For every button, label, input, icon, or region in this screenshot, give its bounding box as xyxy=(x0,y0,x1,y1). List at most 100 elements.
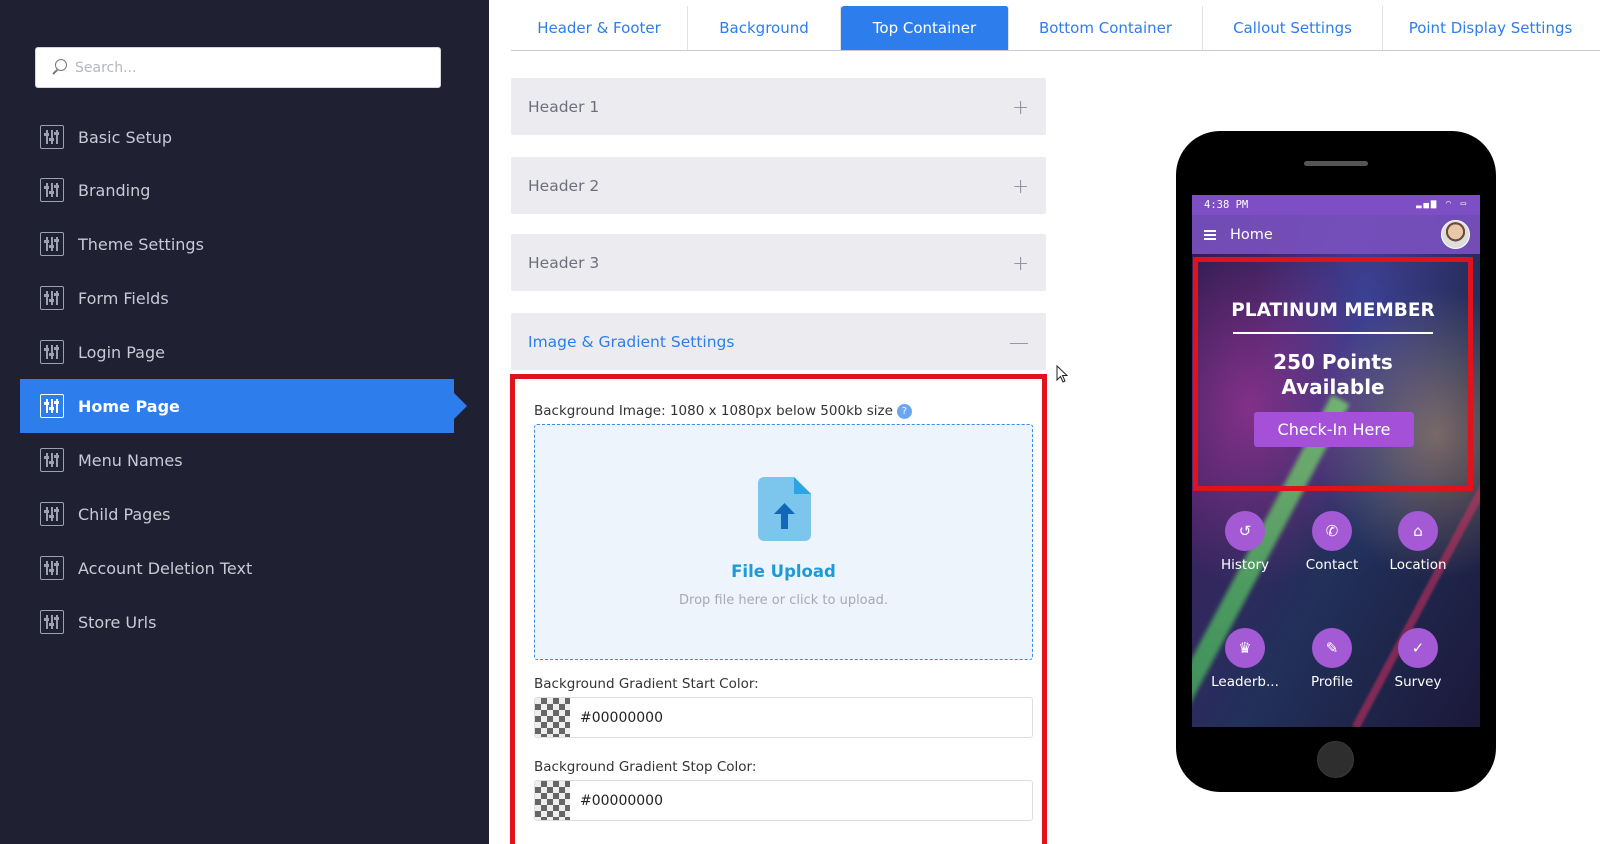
app-bar: Home xyxy=(1192,215,1480,254)
sliders-icon xyxy=(40,286,64,310)
tile-history[interactable]: ↺ History xyxy=(1205,511,1285,573)
collapse-icon[interactable]: — xyxy=(1009,330,1029,354)
gradient-stop-label: Background Gradient Stop Color: xyxy=(534,759,757,775)
accordion-label: Header 2 xyxy=(528,176,600,195)
upload-arrow-icon xyxy=(774,503,795,529)
sliders-icon xyxy=(40,178,64,202)
phone-screen: 4:38 PM ▂▄▆ ◠ ▭ Home PLATINUM MEMBER 250… xyxy=(1192,195,1480,727)
sidebar-item-store-urls[interactable]: Store Urls xyxy=(20,595,454,649)
phone-home-button xyxy=(1317,741,1354,778)
expand-icon[interactable]: + xyxy=(1012,251,1029,275)
accordion-label: Header 1 xyxy=(528,97,600,116)
hero-divider xyxy=(1233,332,1433,334)
file-upload-dropzone[interactable]: File Upload Drop file here or click to u… xyxy=(534,424,1033,660)
sidebar-item-account-deletion-text[interactable]: Account Deletion Text xyxy=(20,541,454,595)
search-box[interactable] xyxy=(35,47,441,88)
tile-label: Contact xyxy=(1305,557,1359,573)
gradient-start-label: Background Gradient Start Color: xyxy=(534,676,759,692)
points-line-2: Available xyxy=(1281,375,1385,399)
sidebar-item-basic-setup[interactable]: Basic Setup xyxy=(20,110,454,164)
sidebar-item-label: Branding xyxy=(78,180,151,200)
points-available: 250 Points Available xyxy=(1198,350,1468,400)
upload-hint: Drop file here or click to upload. xyxy=(679,593,888,608)
avatar[interactable] xyxy=(1441,220,1470,249)
sliders-icon xyxy=(40,448,64,472)
sidebar-item-label: Menu Names xyxy=(78,450,183,470)
app-bar-title: Home xyxy=(1230,226,1273,243)
member-title: PLATINUM MEMBER xyxy=(1231,300,1435,321)
accordion-image-gradient-settings[interactable]: Image & Gradient Settings — xyxy=(511,313,1046,370)
search-input[interactable] xyxy=(75,59,415,76)
sliders-icon xyxy=(40,394,64,418)
expand-icon[interactable]: + xyxy=(1012,174,1029,198)
tile-label: History xyxy=(1220,557,1270,573)
tab-top-container[interactable]: Top Container xyxy=(841,6,1009,50)
signal-wifi-battery-icon: ▂▄▆ ◠ ▭ xyxy=(1416,199,1468,209)
accordion-header-2[interactable]: Header 2 + xyxy=(511,157,1046,214)
sidebar-item-label: Account Deletion Text xyxy=(78,558,253,578)
sidebar-item-menu-names[interactable]: Menu Names xyxy=(20,433,454,487)
tile-label: Location xyxy=(1389,557,1447,573)
menu-icon[interactable] xyxy=(1204,229,1216,240)
sidebar-item-label: Store Urls xyxy=(78,612,157,632)
sliders-icon xyxy=(40,610,64,634)
sidebar-item-label: Home Page xyxy=(78,396,180,416)
points-line-1: 250 Points xyxy=(1273,350,1393,374)
phone-icon: ✆ xyxy=(1312,511,1352,551)
color-swatch[interactable] xyxy=(535,781,570,820)
accordion-header-3[interactable]: Header 3 + xyxy=(511,234,1046,291)
color-swatch[interactable] xyxy=(535,698,570,737)
gradient-stop-color-field[interactable]: #00000000 xyxy=(534,780,1033,821)
tile-label: Survey xyxy=(1394,674,1442,690)
help-icon[interactable]: ? xyxy=(896,403,912,419)
sliders-icon xyxy=(40,340,64,364)
tile-location[interactable]: ⌂ Location xyxy=(1378,511,1458,573)
expand-icon[interactable]: + xyxy=(1012,95,1029,119)
search-icon xyxy=(50,59,67,76)
phone-preview: 4:38 PM ▂▄▆ ◠ ▭ Home PLATINUM MEMBER 250… xyxy=(1176,131,1496,792)
check-icon: ✓ xyxy=(1398,628,1438,668)
sliders-icon xyxy=(40,556,64,580)
sidebar-item-child-pages[interactable]: Child Pages xyxy=(20,487,454,541)
phone-speaker xyxy=(1304,161,1368,166)
sidebar-item-form-fields[interactable]: Form Fields xyxy=(20,271,454,325)
tile-label: Leaderb... xyxy=(1211,674,1279,690)
background-image-label: Background Image: 1080 x 1080px below 50… xyxy=(534,403,912,419)
tab-callout-settings[interactable]: Callout Settings xyxy=(1203,6,1383,50)
image-gradient-panel: Background Image: 1080 x 1080px below 50… xyxy=(510,374,1047,844)
tile-label: Profile xyxy=(1311,674,1353,690)
check-in-button[interactable]: Check-In Here xyxy=(1254,412,1414,447)
history-icon: ↺ xyxy=(1225,511,1265,551)
trophy-icon: ♛ xyxy=(1225,628,1265,668)
status-time: 4:38 PM xyxy=(1204,199,1249,211)
tile-profile[interactable]: ✎ Profile xyxy=(1292,628,1372,690)
tab-header-footer[interactable]: Header & Footer xyxy=(511,6,688,50)
sidebar-item-theme-settings[interactable]: Theme Settings xyxy=(20,217,454,271)
gradient-start-value[interactable]: #00000000 xyxy=(580,710,663,726)
gradient-start-color-field[interactable]: #00000000 xyxy=(534,697,1033,738)
tab-bottom-container[interactable]: Bottom Container xyxy=(1009,6,1203,50)
sliders-icon xyxy=(40,502,64,526)
tile-contact[interactable]: ✆ Contact xyxy=(1292,511,1372,573)
sliders-icon xyxy=(40,232,64,256)
tile-leaderboard[interactable]: ♛ Leaderb... xyxy=(1205,628,1285,690)
top-container-preview: PLATINUM MEMBER 250 Points Available Che… xyxy=(1193,257,1473,491)
sidebar-item-label: Login Page xyxy=(78,342,165,362)
settings-tabs: Header & Footer Background Top Container… xyxy=(511,6,1600,51)
home-icon: ⌂ xyxy=(1398,511,1438,551)
sidebar: Basic Setup Branding Theme Settings Form… xyxy=(0,0,489,844)
accordion-header-1[interactable]: Header 1 + xyxy=(511,78,1046,135)
gradient-stop-value[interactable]: #00000000 xyxy=(580,793,663,809)
sidebar-item-login-page[interactable]: Login Page xyxy=(20,325,454,379)
sidebar-item-label: Form Fields xyxy=(78,288,169,308)
sidebar-item-label: Basic Setup xyxy=(78,127,173,147)
sidebar-item-home-page[interactable]: Home Page xyxy=(20,379,467,433)
tab-point-display-settings[interactable]: Point Display Settings xyxy=(1383,6,1598,50)
tile-survey[interactable]: ✓ Survey xyxy=(1378,628,1458,690)
sliders-icon xyxy=(40,125,64,149)
tab-background[interactable]: Background xyxy=(688,6,841,50)
profile-edit-icon: ✎ xyxy=(1312,628,1352,668)
sidebar-item-branding[interactable]: Branding xyxy=(20,163,454,217)
status-bar: 4:38 PM ▂▄▆ ◠ ▭ xyxy=(1192,195,1480,215)
background-image-label-text: Background Image: 1080 x 1080px below 50… xyxy=(534,403,893,419)
